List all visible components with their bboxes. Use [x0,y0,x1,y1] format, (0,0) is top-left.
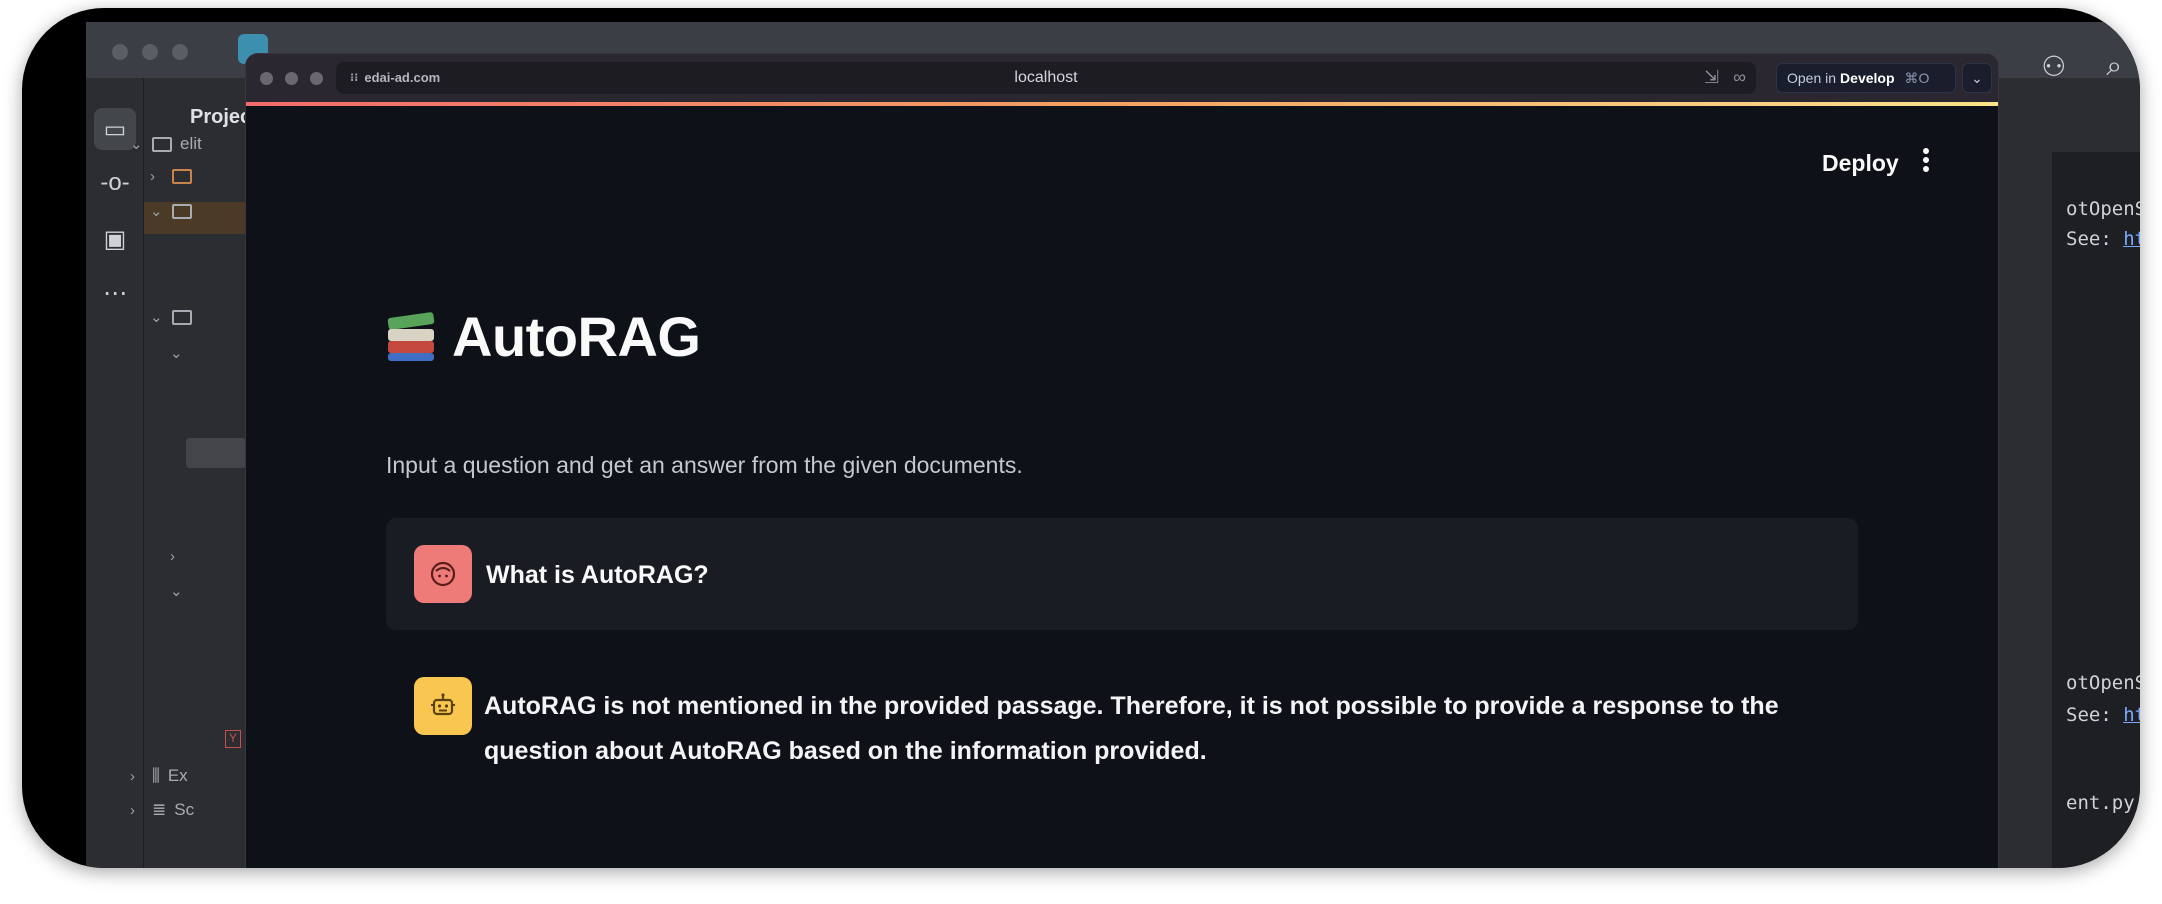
terminal-line: otOpenSSLWar [2066,672,2140,694]
terminal-link[interactable]: https: [2123,228,2140,250]
tree-item[interactable]: ⌄ [150,308,200,326]
library-icon: ⫼ [152,766,160,785]
terminal-line: See: https: [2066,228,2140,250]
search-icon[interactable]: ⌕ [2106,50,2122,83]
browser-window-controls[interactable] [260,72,323,85]
user-chat-message: What is AutoRAG? [386,518,1858,630]
tree-item[interactable]: ⌄ elit [130,134,202,154]
share-icon[interactable]: ⇲ [1704,67,1719,88]
address-bar[interactable]: ⁝⁝ edai-ad.com localhost ⇲ ∞ [336,62,1756,94]
tree-item[interactable]: ⌄ [150,202,200,220]
app-content: Deploy AutoRAG Input a question and get … [246,106,1998,868]
ide-window-controls[interactable] [112,44,188,60]
folder-icon [172,169,192,184]
terminal-link[interactable]: https: [2123,704,2140,726]
chevron-down-icon[interactable]: ⌄ [1962,63,1992,93]
open-in-develop-button[interactable]: Open in Develop ⌘O [1776,63,1956,93]
terminal-panel[interactable]: otOpenSSLWar See: https: otOpenSSLWar Se… [2052,152,2140,868]
tree-item-scratches[interactable]: › ≣ Sc [130,800,194,820]
add-user-icon[interactable]: ⚇ [2041,50,2066,83]
tree-item[interactable]: › [150,168,200,185]
tree-chevron[interactable]: ⌄ [170,344,184,362]
link-icon[interactable]: ∞ [1733,67,1746,88]
folder-icon [172,203,192,219]
terminal-line: ent.py:1773 [2066,792,2140,814]
browser-titlebar: ⁝⁝ edai-ad.com localhost ⇲ ∞ Open in Deve… [246,54,1998,102]
main-menu-icon[interactable] [1916,148,1936,178]
page-title: AutoRAG [386,304,701,369]
terminal-line: otOpenSSLWar [2066,198,2140,220]
books-icon [386,311,438,363]
tree-highlight-row[interactable] [186,438,246,468]
terminal-line: See: https: [2066,704,2140,726]
scratch-icon: ≣ [152,800,167,819]
url-text: localhost [1014,69,1078,86]
assistant-avatar-icon [414,677,472,735]
tree-chevron[interactable]: › [170,548,184,565]
app-title-text: AutoRAG [452,305,701,368]
commit-icon[interactable]: -o- [94,162,136,204]
tree-item-external-libraries[interactable]: › ⫼ Ex [130,766,188,786]
folder-icon [152,136,172,152]
tree-chevron[interactable]: ⌄ [170,582,184,600]
address-bar-actions: ⇲ ∞ [1704,67,1746,88]
user-avatar-icon [414,545,472,603]
user-message-text: What is AutoRAG? [486,561,709,589]
yaml-file-icon: Y [225,730,241,748]
screen-frame: ⚇ ⌕ ▭ -o- ▣ ⋯ Projec ⌄ elit › ⌄ ⌄ ⌄ › ⌄ Y… [22,8,2140,868]
project-panel-title: Projec [190,106,252,128]
app-subtitle: Input a question and get an answer from … [386,452,1023,478]
ide-tool-rail: ▭ -o- ▣ ⋯ [86,78,144,868]
browser-window: ⁝⁝ edai-ad.com localhost ⇲ ∞ Open in Deve… [246,54,1998,868]
ide-top-icons: ⚇ ⌕ [2041,50,2122,83]
assistant-message-text: AutoRAG is not mentioned in the provided… [484,692,1779,765]
folder-icon [172,309,192,325]
more-icon[interactable]: ⋯ [94,272,136,314]
deploy-button[interactable]: Deploy [1822,150,1899,177]
structure-icon[interactable]: ▣ [94,218,136,260]
